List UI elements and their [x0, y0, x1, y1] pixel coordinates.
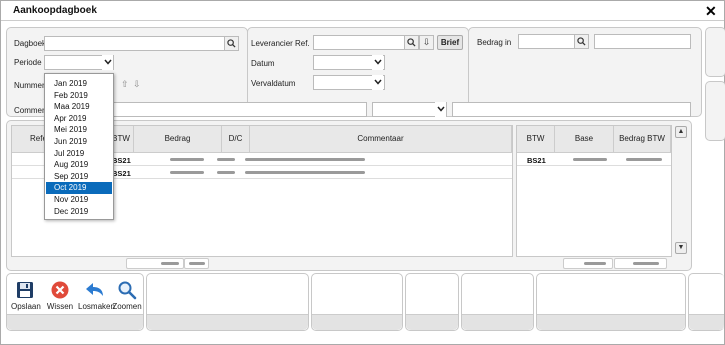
delete-button[interactable]: Wissen — [45, 280, 75, 311]
datum-label: Datum — [251, 59, 275, 68]
bedrag-placeholder — [170, 171, 204, 174]
periode-option[interactable]: Sep 2019 — [46, 171, 112, 182]
total-dc — [184, 258, 209, 269]
dagboek-search-button[interactable] — [224, 36, 239, 51]
title-bar: Aankoopdagboek ✕ — [1, 1, 724, 21]
total-bedrag-btw — [614, 258, 667, 269]
leverancier-label: Leverancier Ref. — [251, 39, 310, 48]
toolbar-group-4 — [405, 273, 459, 331]
toolbar-group-5 — [461, 273, 534, 331]
column-header-dc[interactable]: D/C — [222, 126, 250, 153]
bedrag-search-button[interactable] — [574, 34, 589, 49]
base-placeholder — [573, 158, 607, 161]
btw-cell: BS21 — [527, 156, 546, 165]
periode-option[interactable]: Jun 2019 — [46, 136, 112, 147]
periode-option[interactable]: Jan 2019 — [46, 78, 112, 89]
commentaar-placeholder — [245, 171, 365, 174]
btw-grid: BTW Base Bedrag BTW BS21 — [516, 125, 672, 257]
toolbar-group-2 — [146, 273, 309, 331]
zoom-label: Zoomen — [112, 302, 142, 311]
periode-option[interactable]: Feb 2019 — [46, 90, 112, 101]
toolbar-group-6 — [536, 273, 686, 331]
commentaar-input[interactable] — [111, 102, 367, 117]
dialog-window: Aankoopdagboek ✕ Dagboek Periode Nummer … — [0, 0, 725, 345]
leverancier-search-button[interactable] — [404, 35, 419, 50]
unlink-label: Losmaken — [78, 302, 115, 311]
chevron-down-icon[interactable] — [372, 55, 383, 70]
table-row[interactable]: BS21 — [517, 154, 671, 166]
toolbar-group-7 — [688, 273, 724, 331]
action-toolbar: Opslaan Wissen Losmaken Zoomen — [6, 273, 144, 331]
periode-option[interactable]: Jul 2019 — [46, 148, 112, 159]
column-header-btw[interactable]: BTW — [517, 126, 555, 153]
bedrag-in-label: Bedrag in — [477, 38, 512, 47]
side-panel-bottom — [705, 81, 725, 141]
window-title: Aankoopdagboek — [13, 5, 97, 16]
arrow-down-icon[interactable]: ⇩ — [133, 79, 141, 90]
column-header-commentaar[interactable]: Commentaar — [250, 126, 512, 153]
chevron-down-icon[interactable] — [435, 102, 446, 117]
dc-placeholder — [217, 158, 235, 161]
extra-input[interactable] — [452, 102, 691, 117]
scroll-up-icon[interactable]: ▲ — [675, 126, 687, 138]
toolbar-group-3 — [311, 273, 403, 331]
arrow-up-icon[interactable]: ⇧ — [121, 79, 129, 90]
bedrag-btw-placeholder — [626, 158, 662, 161]
dagboek-label: Dagboek — [14, 39, 47, 48]
chevron-down-icon[interactable] — [102, 55, 113, 70]
periode-option[interactable]: Oct 2019 — [46, 182, 112, 194]
periode-option[interactable]: Nov 2019 — [46, 194, 112, 205]
side-panel-top — [705, 27, 725, 77]
column-header-base[interactable]: Base — [555, 126, 614, 153]
close-icon[interactable]: ✕ — [705, 3, 717, 20]
total-base — [563, 258, 613, 269]
periode-option[interactable]: Aug 2019 — [46, 159, 112, 170]
dc-placeholder — [217, 171, 235, 174]
delete-icon — [51, 281, 69, 299]
periode-option[interactable]: Apr 2019 — [46, 113, 112, 124]
search-icon — [577, 37, 586, 46]
zoom-button[interactable]: Zoomen — [112, 280, 142, 311]
nummer-label: Nummer — [14, 81, 45, 90]
column-header-bedrag[interactable]: Bedrag — [134, 126, 222, 153]
periode-option[interactable]: Mei 2019 — [46, 124, 112, 135]
periode-option[interactable]: Maa 2019 — [46, 101, 112, 112]
leverancier-input[interactable] — [313, 35, 405, 50]
periode-option[interactable]: Dec 2019 — [46, 206, 112, 217]
vervaldatum-label: Vervaldatum — [251, 79, 296, 88]
search-icon — [227, 39, 236, 48]
scroll-down-icon[interactable]: ▼ — [675, 242, 687, 254]
save-icon — [17, 282, 33, 298]
save-button[interactable]: Opslaan — [11, 280, 41, 311]
btw-cell: BS21 — [112, 156, 131, 165]
zoom-icon — [118, 281, 137, 300]
delete-label: Wissen — [46, 302, 74, 311]
btw-cell: BS21 — [112, 169, 131, 178]
periode-label: Periode — [14, 58, 42, 67]
column-header-bedrag-btw[interactable]: Bedrag BTW — [614, 126, 671, 153]
commentaar-placeholder — [245, 158, 365, 161]
undo-arrow-icon — [86, 283, 103, 296]
periode-dropdown: Jan 2019 Feb 2019 Maa 2019 Apr 2019 Mei 2019… — [44, 73, 114, 220]
unlink-button[interactable]: Losmaken — [78, 280, 115, 311]
download-icon[interactable]: ⇩ — [419, 35, 434, 50]
bedrag-in-input[interactable] — [518, 34, 575, 49]
search-icon — [407, 38, 416, 47]
total-bedrag — [126, 258, 184, 269]
save-label: Opslaan — [11, 302, 41, 311]
dagboek-input[interactable] — [44, 36, 225, 51]
chevron-down-icon[interactable] — [372, 75, 383, 90]
bedrag-amount-input[interactable] — [594, 34, 691, 49]
brief-button[interactable]: Brief — [437, 35, 463, 50]
bedrag-placeholder — [170, 158, 204, 161]
